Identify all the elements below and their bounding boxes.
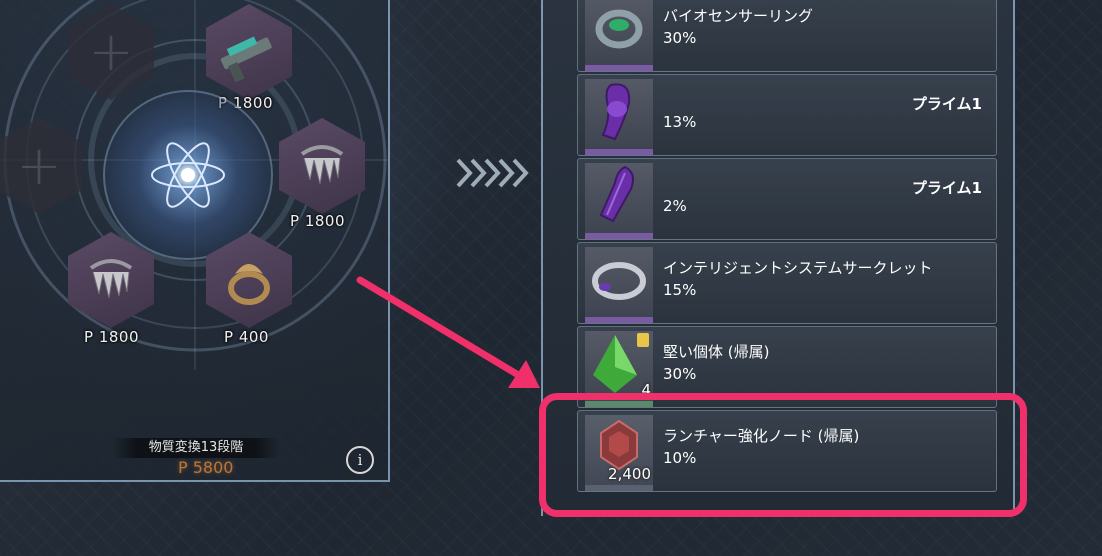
- slot-5-price: P 1800: [84, 328, 139, 346]
- ornate-ring-icon: [228, 264, 270, 305]
- chevron-right-icon: [512, 158, 529, 188]
- item-percent: 2%: [663, 197, 687, 215]
- result-item[interactable]: プライム1 2%: [577, 158, 997, 240]
- info-button[interactable]: i: [346, 446, 374, 474]
- slot-4-price: P 1800: [290, 212, 345, 230]
- fusion-panel: + P 1800 + P 1800 P 1800 P 400 物質変換13段階 …: [0, 0, 390, 482]
- annotation-arrow: [356, 276, 540, 388]
- item-percent: 15%: [663, 281, 697, 299]
- document-badge-icon: [637, 333, 649, 347]
- fusion-total-cost: P 5800: [178, 458, 234, 477]
- item-name: インテリジェントシステムサークレット: [663, 259, 933, 277]
- circlet-ring-icon: [592, 262, 646, 300]
- result-item[interactable]: バイオセンサーリング 30%: [577, 0, 997, 72]
- item-thumbnail: [585, 163, 653, 239]
- purple-arm-armor-icon: [599, 165, 634, 223]
- item-name: 堅い個体 (帰属): [663, 343, 770, 361]
- result-item[interactable]: プライム1 13%: [577, 74, 997, 156]
- item-thumbnail: [585, 247, 653, 323]
- claw-necklace-icon: [300, 145, 344, 185]
- atom-icon: [151, 142, 225, 208]
- plus-icon: +: [88, 20, 134, 83]
- item-percent: 30%: [663, 29, 697, 47]
- annotation-highlight-box: [539, 393, 1027, 517]
- item-tier-tag: プライム1: [911, 95, 982, 113]
- purple-leg-armor-icon: [601, 83, 631, 141]
- transfer-arrows: [456, 158, 529, 188]
- biosensor-ring-icon: [595, 9, 643, 49]
- claw-necklace-icon: [89, 259, 133, 299]
- item-thumbnail: [585, 0, 653, 71]
- item-tier-tag: プライム1: [911, 179, 982, 197]
- rifle-icon: [220, 36, 272, 82]
- result-item[interactable]: インテリジェントシステムサークレット 15%: [577, 242, 997, 324]
- item-thumbnail: [585, 79, 653, 155]
- slot-6-price: P 400: [224, 328, 269, 346]
- item-percent: 30%: [663, 365, 697, 383]
- plus-icon: +: [16, 134, 62, 197]
- item-name: バイオセンサーリング: [663, 7, 814, 25]
- fusion-stage-label: 物質変換13段階: [112, 438, 280, 458]
- item-percent: 13%: [663, 113, 697, 131]
